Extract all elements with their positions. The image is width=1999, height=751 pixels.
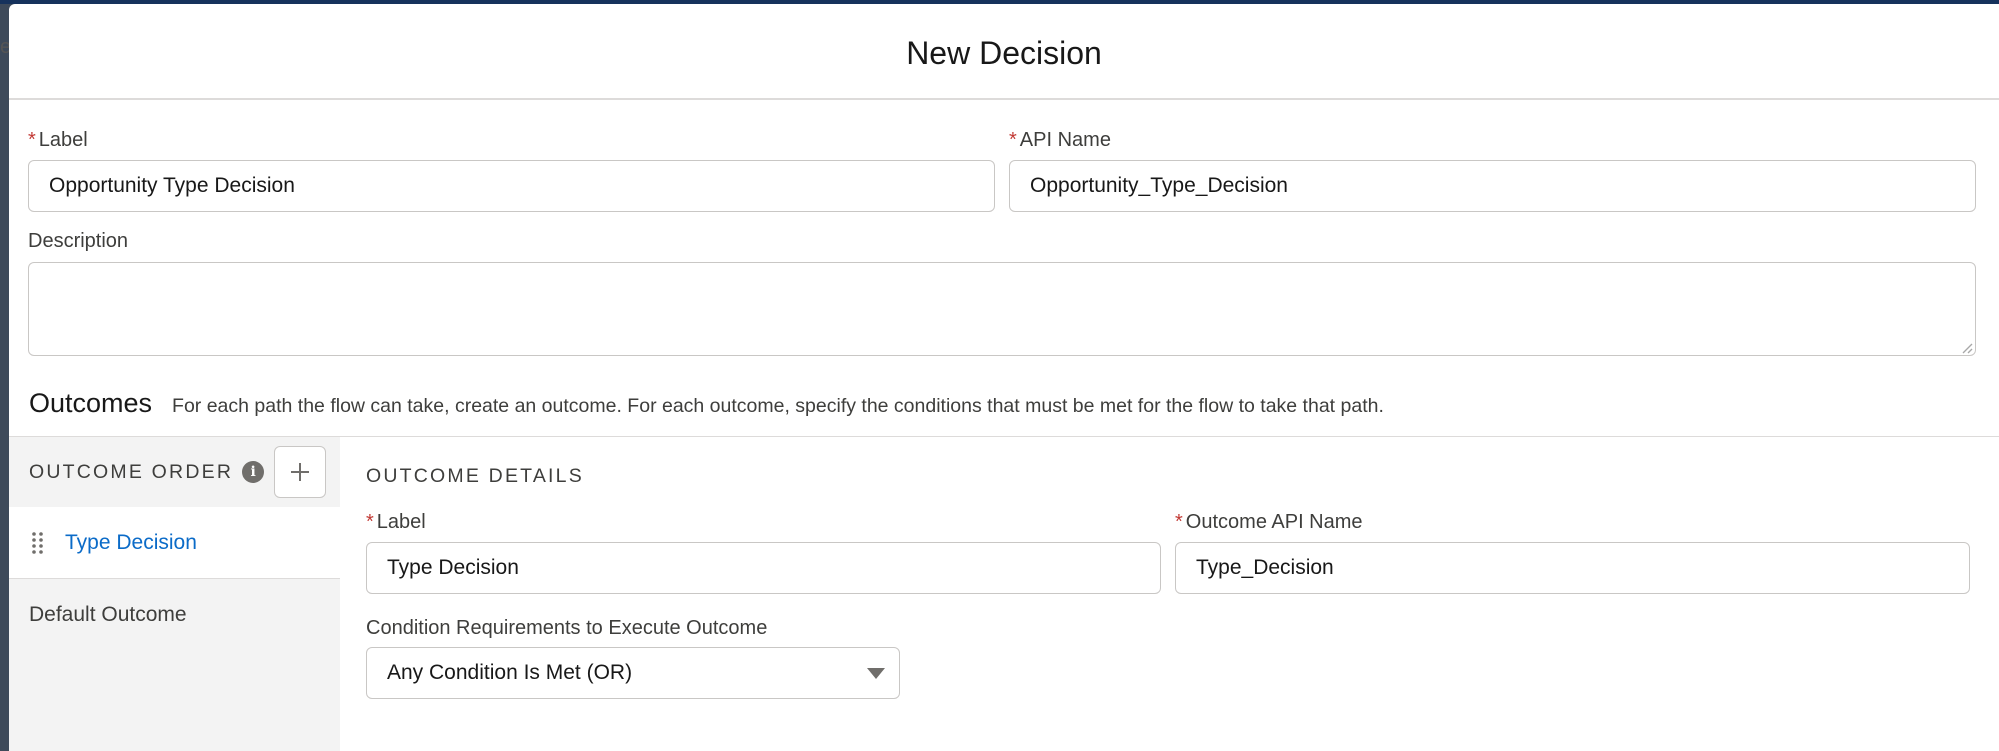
outcome-api-name-input[interactable] xyxy=(1175,542,1970,594)
add-outcome-button[interactable] xyxy=(274,446,327,498)
label-input[interactable] xyxy=(28,160,995,212)
outcome-label-field-group: * Label xyxy=(366,511,1161,594)
new-decision-modal: New Decision *Label *API Name Descriptio… xyxy=(9,4,1999,751)
condition-requirements-select[interactable]: Any Condition Is Met (OR) xyxy=(366,647,900,699)
outcome-order-header: OUTCOME ORDER i xyxy=(9,437,340,507)
add-icon xyxy=(291,463,310,481)
outcome-item-label: Type Decision xyxy=(65,530,197,554)
outcome-details-title: OUTCOME DETAILS xyxy=(366,465,584,487)
outcome-label-input[interactable] xyxy=(366,542,1161,594)
resize-grip-icon[interactable] xyxy=(1961,342,1973,354)
condition-requirements-value: Any Condition Is Met (OR) xyxy=(387,661,633,684)
chevron-down-icon xyxy=(867,668,885,679)
outcome-order-label: OUTCOME ORDER xyxy=(29,460,234,483)
outcome-label-field-label: * Label xyxy=(366,511,426,533)
label-api-row: *Label *API Name xyxy=(28,129,1976,212)
outcome-api-name-field-group: * Outcome API Name xyxy=(1175,511,1970,594)
description-textarea[interactable] xyxy=(28,262,1976,356)
outcomes-title: Outcomes xyxy=(29,388,153,418)
outcomes-panel: OUTCOME ORDER i Type Decision Default Ou… xyxy=(9,436,1999,751)
outcome-label-api-row: *Label *Outcome API Name xyxy=(366,511,1970,594)
api-name-field-group: * API Name xyxy=(1009,129,1976,212)
outcome-order-sidebar: OUTCOME ORDER i Type Decision Default Ou… xyxy=(9,437,340,751)
api-name-input[interactable] xyxy=(1009,160,1976,212)
api-name-field-label: * API Name xyxy=(1009,129,1111,151)
outcome-details: OUTCOME DETAILS *Label *Outcome API Name… xyxy=(366,437,1970,751)
drag-handle-icon[interactable] xyxy=(31,531,45,555)
description-label: Description xyxy=(28,230,129,252)
info-icon[interactable]: i xyxy=(242,461,265,483)
label-field-group: * Label xyxy=(28,129,995,212)
outcome-api-name-field-label: * Outcome API Name xyxy=(1175,511,1363,533)
label-field-label: * Label xyxy=(28,129,88,151)
outcomes-description: For each path the flow can take, create … xyxy=(172,395,1384,417)
outcomes-header: Outcomes For each path the flow can take… xyxy=(29,388,1384,419)
modal-title: New Decision xyxy=(906,34,1102,71)
modal-header: New Decision xyxy=(9,4,1999,100)
outcome-item-label: Default Outcome xyxy=(29,603,187,626)
outcome-item-default[interactable]: Default Outcome xyxy=(9,579,340,651)
condition-requirements-label: Condition Requirements to Execute Outcom… xyxy=(366,617,768,639)
outcome-item-type-decision[interactable]: Type Decision xyxy=(9,507,340,579)
